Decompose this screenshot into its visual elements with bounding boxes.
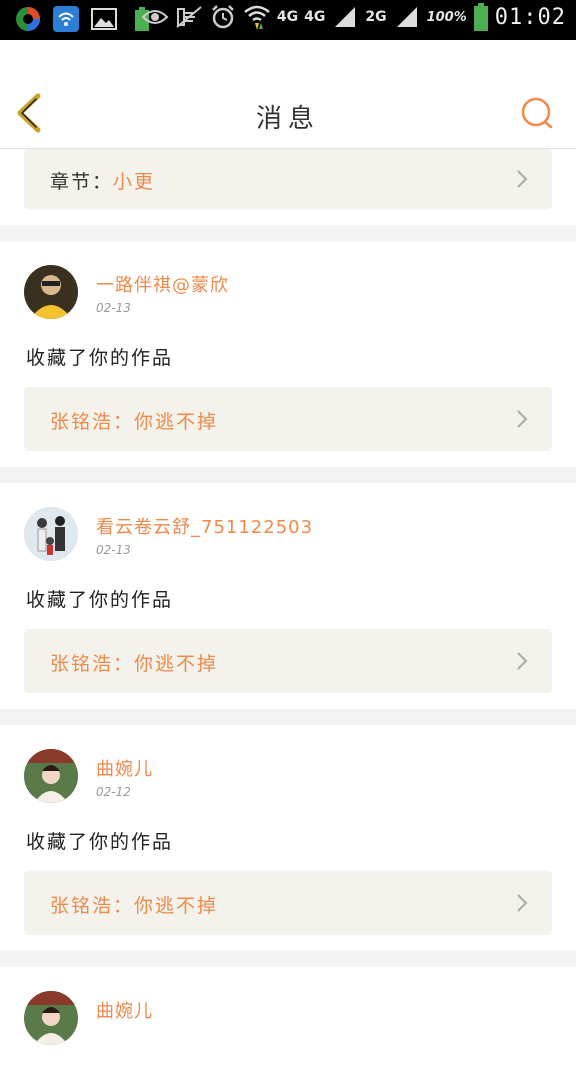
divider [0, 709, 576, 725]
chevron-right-icon [517, 894, 528, 912]
battery-percent: 100% [426, 9, 467, 25]
message-card: 曲婉儿 [0, 967, 576, 1087]
message-action-text: 收藏了你的作品 [26, 589, 174, 611]
message-card: 曲婉儿 02-12 收藏了你的作品 张铭浩：你逃不掉 [0, 725, 576, 951]
network-type-1: 4G [276, 9, 299, 25]
username[interactable]: 曲婉儿 [96, 755, 153, 781]
divider [0, 225, 576, 241]
chevron-right-icon [517, 170, 528, 188]
clock: 01:02 [494, 4, 566, 30]
work-link-text: 张铭浩：你逃不掉 [50, 891, 218, 918]
status-bar: 4G 4G 2G 100% 01:02 [0, 0, 576, 40]
wifi-signal-icon [243, 3, 271, 31]
avatar[interactable] [24, 749, 78, 803]
chapter-label: 章节： [50, 171, 114, 193]
work-author: 张铭浩： [50, 411, 135, 433]
avatar[interactable] [24, 265, 78, 319]
work-title: 你逃不掉 [134, 895, 219, 917]
message-header: 看云卷云舒_751122503 02-13 [0, 483, 576, 565]
network-type-3: 2G [365, 9, 387, 25]
username[interactable]: 曲婉儿 [96, 997, 153, 1023]
message-card: 一路伴祺@蒙欣 02-13 收藏了你的作品 张铭浩：你逃不掉 [0, 241, 576, 467]
mute-icon [175, 3, 203, 31]
message-action-text: 收藏了你的作品 [26, 347, 174, 369]
status-bar-left [14, 5, 156, 33]
message-date: 02-13 [96, 543, 131, 557]
work-link-text: 张铭浩：你逃不掉 [50, 649, 218, 676]
signal-strength-icon-1 [331, 3, 359, 31]
message-date: 02-13 [96, 301, 131, 315]
chapter-box[interactable]: 章节：小更 [24, 149, 552, 209]
message-card: 看云卷云舒_751122503 02-13 收藏了你的作品 张铭浩：你逃不掉 [0, 483, 576, 709]
work-link-box[interactable]: 张铭浩：你逃不掉 [24, 387, 552, 451]
page-title: 消息 [255, 104, 320, 134]
network-type-2: 4G [304, 9, 326, 25]
work-author: 张铭浩： [50, 653, 135, 675]
avatar[interactable] [24, 991, 78, 1045]
divider [0, 951, 576, 967]
search-icon [521, 97, 553, 129]
message-action-text: 收藏了你的作品 [26, 831, 174, 853]
avatar[interactable] [24, 507, 78, 561]
chapter-value: 小更 [113, 171, 156, 193]
app-notification-icon [14, 5, 42, 33]
image-icon [90, 5, 118, 33]
alarm-icon [209, 3, 237, 31]
username[interactable]: 一路伴祺@蒙欣 [96, 271, 229, 297]
battery-icon [473, 3, 489, 31]
eye-icon [141, 3, 169, 31]
signal-strength-icon-2 [393, 3, 421, 31]
chevron-right-icon [517, 652, 528, 670]
message-header: 一路伴祺@蒙欣 02-13 [0, 241, 576, 323]
work-link-box[interactable]: 张铭浩：你逃不掉 [24, 629, 552, 693]
work-title: 你逃不掉 [134, 411, 219, 433]
message-card-partial: 章节：小更 [0, 149, 576, 225]
message-date: 02-12 [96, 785, 131, 799]
app-header: 消息 [0, 40, 576, 149]
work-author: 张铭浩： [50, 895, 135, 917]
message-list: 章节：小更 一路伴祺@蒙欣 02-13 收藏了你的作品 张铭浩：你逃不掉 看云卷… [0, 149, 576, 1087]
status-bar-right: 4G 4G 2G 100% 01:02 [141, 3, 566, 31]
work-link-box[interactable]: 张铭浩：你逃不掉 [24, 871, 552, 935]
message-header: 曲婉儿 [0, 967, 576, 1049]
work-link-text: 张铭浩：你逃不掉 [50, 407, 218, 434]
wifi-app-icon [52, 5, 80, 33]
chapter-text: 章节：小更 [50, 167, 155, 194]
search-button[interactable] [518, 95, 558, 135]
divider [0, 467, 576, 483]
username[interactable]: 看云卷云舒_751122503 [96, 513, 313, 539]
message-header: 曲婉儿 02-12 [0, 725, 576, 807]
work-title: 你逃不掉 [134, 653, 219, 675]
chevron-right-icon [517, 410, 528, 428]
